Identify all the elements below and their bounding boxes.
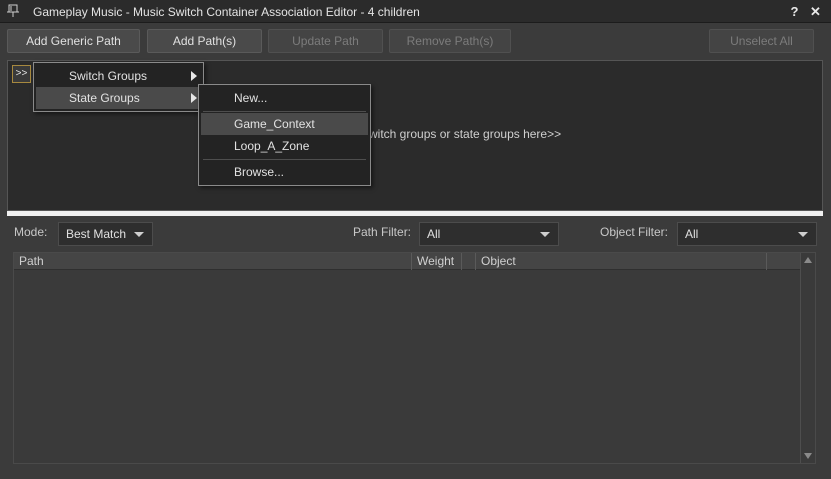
expand-button[interactable]: >> xyxy=(12,65,31,83)
object-filter-value: All xyxy=(685,227,699,241)
unselect-all-button[interactable]: Unselect All xyxy=(709,29,814,53)
menu-item-label: Switch Groups xyxy=(69,69,148,83)
path-filter-select[interactable]: All xyxy=(419,222,559,246)
context-menu: Switch Groups State Groups xyxy=(33,62,204,112)
drop-hint: witch groups or state groups here>> xyxy=(369,127,562,141)
column-header-path[interactable]: Path xyxy=(14,253,412,270)
chevron-down-icon xyxy=(798,232,808,237)
chevron-down-icon xyxy=(540,232,550,237)
object-filter-label: Object Filter: xyxy=(600,225,669,239)
mode-value: Best Match xyxy=(66,227,127,241)
window-title: Gameplay Music - Music Switch Container … xyxy=(33,5,420,19)
menu-item-game-context[interactable]: Game_Context xyxy=(201,113,368,135)
add-paths-button[interactable]: Add Path(s) xyxy=(147,29,262,53)
update-path-button[interactable]: Update Path xyxy=(268,29,383,53)
title-bar: Gameplay Music - Music Switch Container … xyxy=(0,0,831,23)
object-filter-select[interactable]: All xyxy=(677,222,817,246)
pin-icon[interactable] xyxy=(6,4,20,18)
column-header-spacer xyxy=(462,253,476,270)
menu-item-new[interactable]: New... xyxy=(201,87,368,109)
splitter[interactable] xyxy=(7,211,823,216)
menu-separator xyxy=(203,111,366,112)
remove-paths-button[interactable]: Remove Path(s) xyxy=(389,29,511,53)
mode-label: Mode: xyxy=(14,225,48,239)
scroll-down-icon[interactable] xyxy=(804,453,812,459)
menu-item-switch-groups[interactable]: Switch Groups xyxy=(36,65,201,87)
paths-table[interactable]: Path Weight Object xyxy=(13,252,816,464)
menu-item-loop-a-zone[interactable]: Loop_A_Zone xyxy=(201,135,368,157)
menu-item-label: State Groups xyxy=(69,91,140,105)
help-icon[interactable]: ? xyxy=(786,3,803,20)
menu-item-browse[interactable]: Browse... xyxy=(201,161,368,183)
table-header: Path Weight Object xyxy=(14,253,801,270)
state-groups-submenu: New... Game_Context Loop_A_Zone Browse..… xyxy=(198,84,371,186)
menu-item-state-groups[interactable]: State Groups xyxy=(36,87,201,109)
submenu-arrow-icon xyxy=(191,71,197,81)
column-header-weight[interactable]: Weight xyxy=(412,253,462,270)
menu-separator xyxy=(203,159,366,160)
add-generic-path-button[interactable]: Add Generic Path xyxy=(7,29,140,53)
vertical-scrollbar[interactable] xyxy=(800,253,815,463)
chevron-down-icon xyxy=(134,232,144,237)
submenu-arrow-icon xyxy=(191,93,197,103)
scroll-up-icon[interactable] xyxy=(804,257,812,263)
column-header-object[interactable]: Object xyxy=(476,253,767,270)
close-icon[interactable]: ✕ xyxy=(807,3,824,20)
path-filter-value: All xyxy=(427,227,441,241)
path-filter-label: Path Filter: xyxy=(353,225,412,239)
mode-select[interactable]: Best Match xyxy=(58,222,153,246)
